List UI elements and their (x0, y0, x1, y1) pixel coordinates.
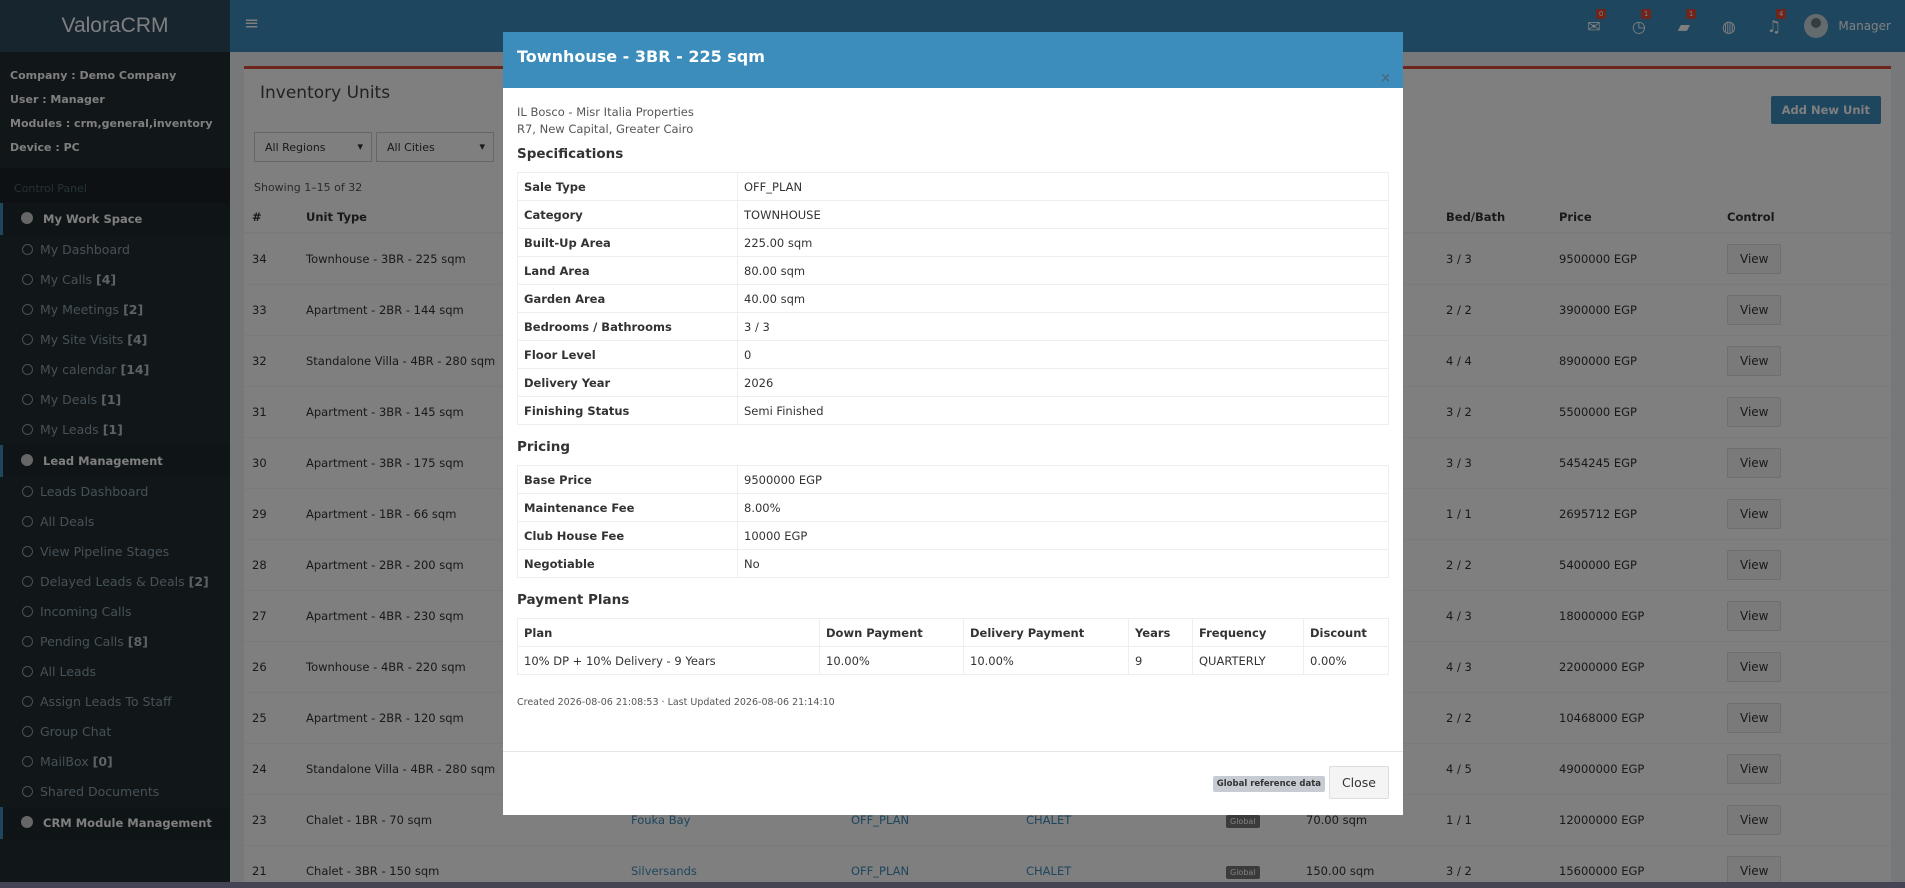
table-row: Delivery Year 2026 (517, 368, 1389, 397)
field-value: 10000 EGP (737, 521, 1389, 550)
field-label: Negotiable (517, 549, 738, 578)
field-value: No (737, 549, 1389, 578)
modal-footer: Global reference data Close (503, 751, 1403, 815)
payment-plans-heading: Payment Plans (517, 592, 630, 608)
plan-cell: 10% DP + 10% Delivery - 9 Years (517, 646, 820, 675)
field-value: OFF_PLAN (737, 172, 1389, 201)
plan-cell: 9 (1128, 646, 1193, 675)
field-label: Floor Level (517, 340, 738, 369)
field-value: 40.00 sqm (737, 284, 1389, 313)
plan-col-header: Years (1128, 618, 1193, 647)
field-value: Semi Finished (737, 396, 1389, 425)
plan-col-header: Delivery Payment (963, 618, 1129, 647)
table-row: Land Area 80.00 sqm (517, 256, 1389, 285)
modal-title: Townhouse - 3BR - 225 sqm (517, 47, 765, 66)
field-value: 9500000 EGP (737, 465, 1389, 494)
field-value: 80.00 sqm (737, 256, 1389, 285)
field-label: Club House Fee (517, 521, 738, 550)
specifications-table: Sale Type OFF_PLAN Category TOWNHOUSE Built-… (517, 172, 1389, 425)
field-label: Sale Type (517, 172, 738, 201)
field-value: TOWNHOUSE (737, 200, 1389, 229)
table-header-row: Plan Down Payment Delivery Payment Years Fre… (517, 618, 1389, 647)
field-label: Maintenance Fee (517, 493, 738, 522)
plan-col-header: Frequency (1192, 618, 1304, 647)
table-row: Category TOWNHOUSE (517, 200, 1389, 229)
specifications-heading: Specifications (517, 146, 624, 162)
table-row: Negotiable No (517, 549, 1389, 578)
modal-header: Townhouse - 3BR - 225 sqm × (503, 32, 1403, 88)
plan-cell: 0.00% (1303, 646, 1389, 675)
table-row: Built-Up Area 225.00 sqm (517, 228, 1389, 257)
plan-cell: 10.00% (963, 646, 1129, 675)
global-reference-badge: Global reference data (1212, 776, 1325, 792)
pricing-table: Base Price 9500000 EGP Maintenance Fee 8.00… (517, 465, 1389, 578)
plan-col-header: Plan (517, 618, 820, 647)
field-label: Bedrooms / Bathrooms (517, 312, 738, 341)
field-label: Built-Up Area (517, 228, 738, 257)
plan-cell: QUARTERLY (1192, 646, 1304, 675)
plan-cell: 10.00% (819, 646, 964, 675)
field-value: 8.00% (737, 493, 1389, 522)
unit-details-modal: Townhouse - 3BR - 225 sqm × IL Bosco - M… (503, 32, 1403, 815)
table-row: Sale Type OFF_PLAN (517, 172, 1389, 201)
close-button[interactable]: Close (1328, 766, 1389, 799)
field-value: 3 / 3 (737, 312, 1389, 341)
table-row: Base Price 9500000 EGP (517, 465, 1389, 494)
field-label: Garden Area (517, 284, 738, 313)
field-label: Category (517, 200, 738, 229)
field-label: Delivery Year (517, 368, 738, 397)
table-row: Garden Area 40.00 sqm (517, 284, 1389, 313)
plan-col-header: Down Payment (819, 618, 964, 647)
table-row: 10% DP + 10% Delivery - 9 Years 10.00% 10.… (517, 646, 1389, 675)
field-label: Finishing Status (517, 396, 738, 425)
plan-col-header: Discount (1303, 618, 1389, 647)
field-value: 2026 (737, 368, 1389, 397)
table-row: Bedrooms / Bathrooms 3 / 3 (517, 312, 1389, 341)
project-location: R7, New Capital, Greater Cairo (517, 122, 694, 136)
table-row: Finishing Status Semi Finished (517, 396, 1389, 425)
payment-plans-table: Plan Down Payment Delivery Payment Years Fre… (517, 618, 1389, 675)
field-label: Base Price (517, 465, 738, 494)
pricing-heading: Pricing (517, 439, 571, 455)
field-label: Land Area (517, 256, 738, 285)
bottom-strip (0, 882, 1905, 888)
project-name: IL Bosco - Misr Italia Properties (517, 105, 694, 119)
modal-body: IL Bosco - Misr Italia Properties R7, Ne… (503, 88, 1403, 708)
table-row: Floor Level 0 (517, 340, 1389, 369)
field-value: 225.00 sqm (737, 228, 1389, 257)
field-value: 0 (737, 340, 1389, 369)
table-row: Club House Fee 10000 EGP (517, 521, 1389, 550)
close-icon[interactable]: × (1380, 71, 1391, 86)
table-row: Maintenance Fee 8.00% (517, 493, 1389, 522)
created-updated-timestamp: Created 2026-08-06 21:08:53 · Last Updat… (517, 697, 835, 708)
